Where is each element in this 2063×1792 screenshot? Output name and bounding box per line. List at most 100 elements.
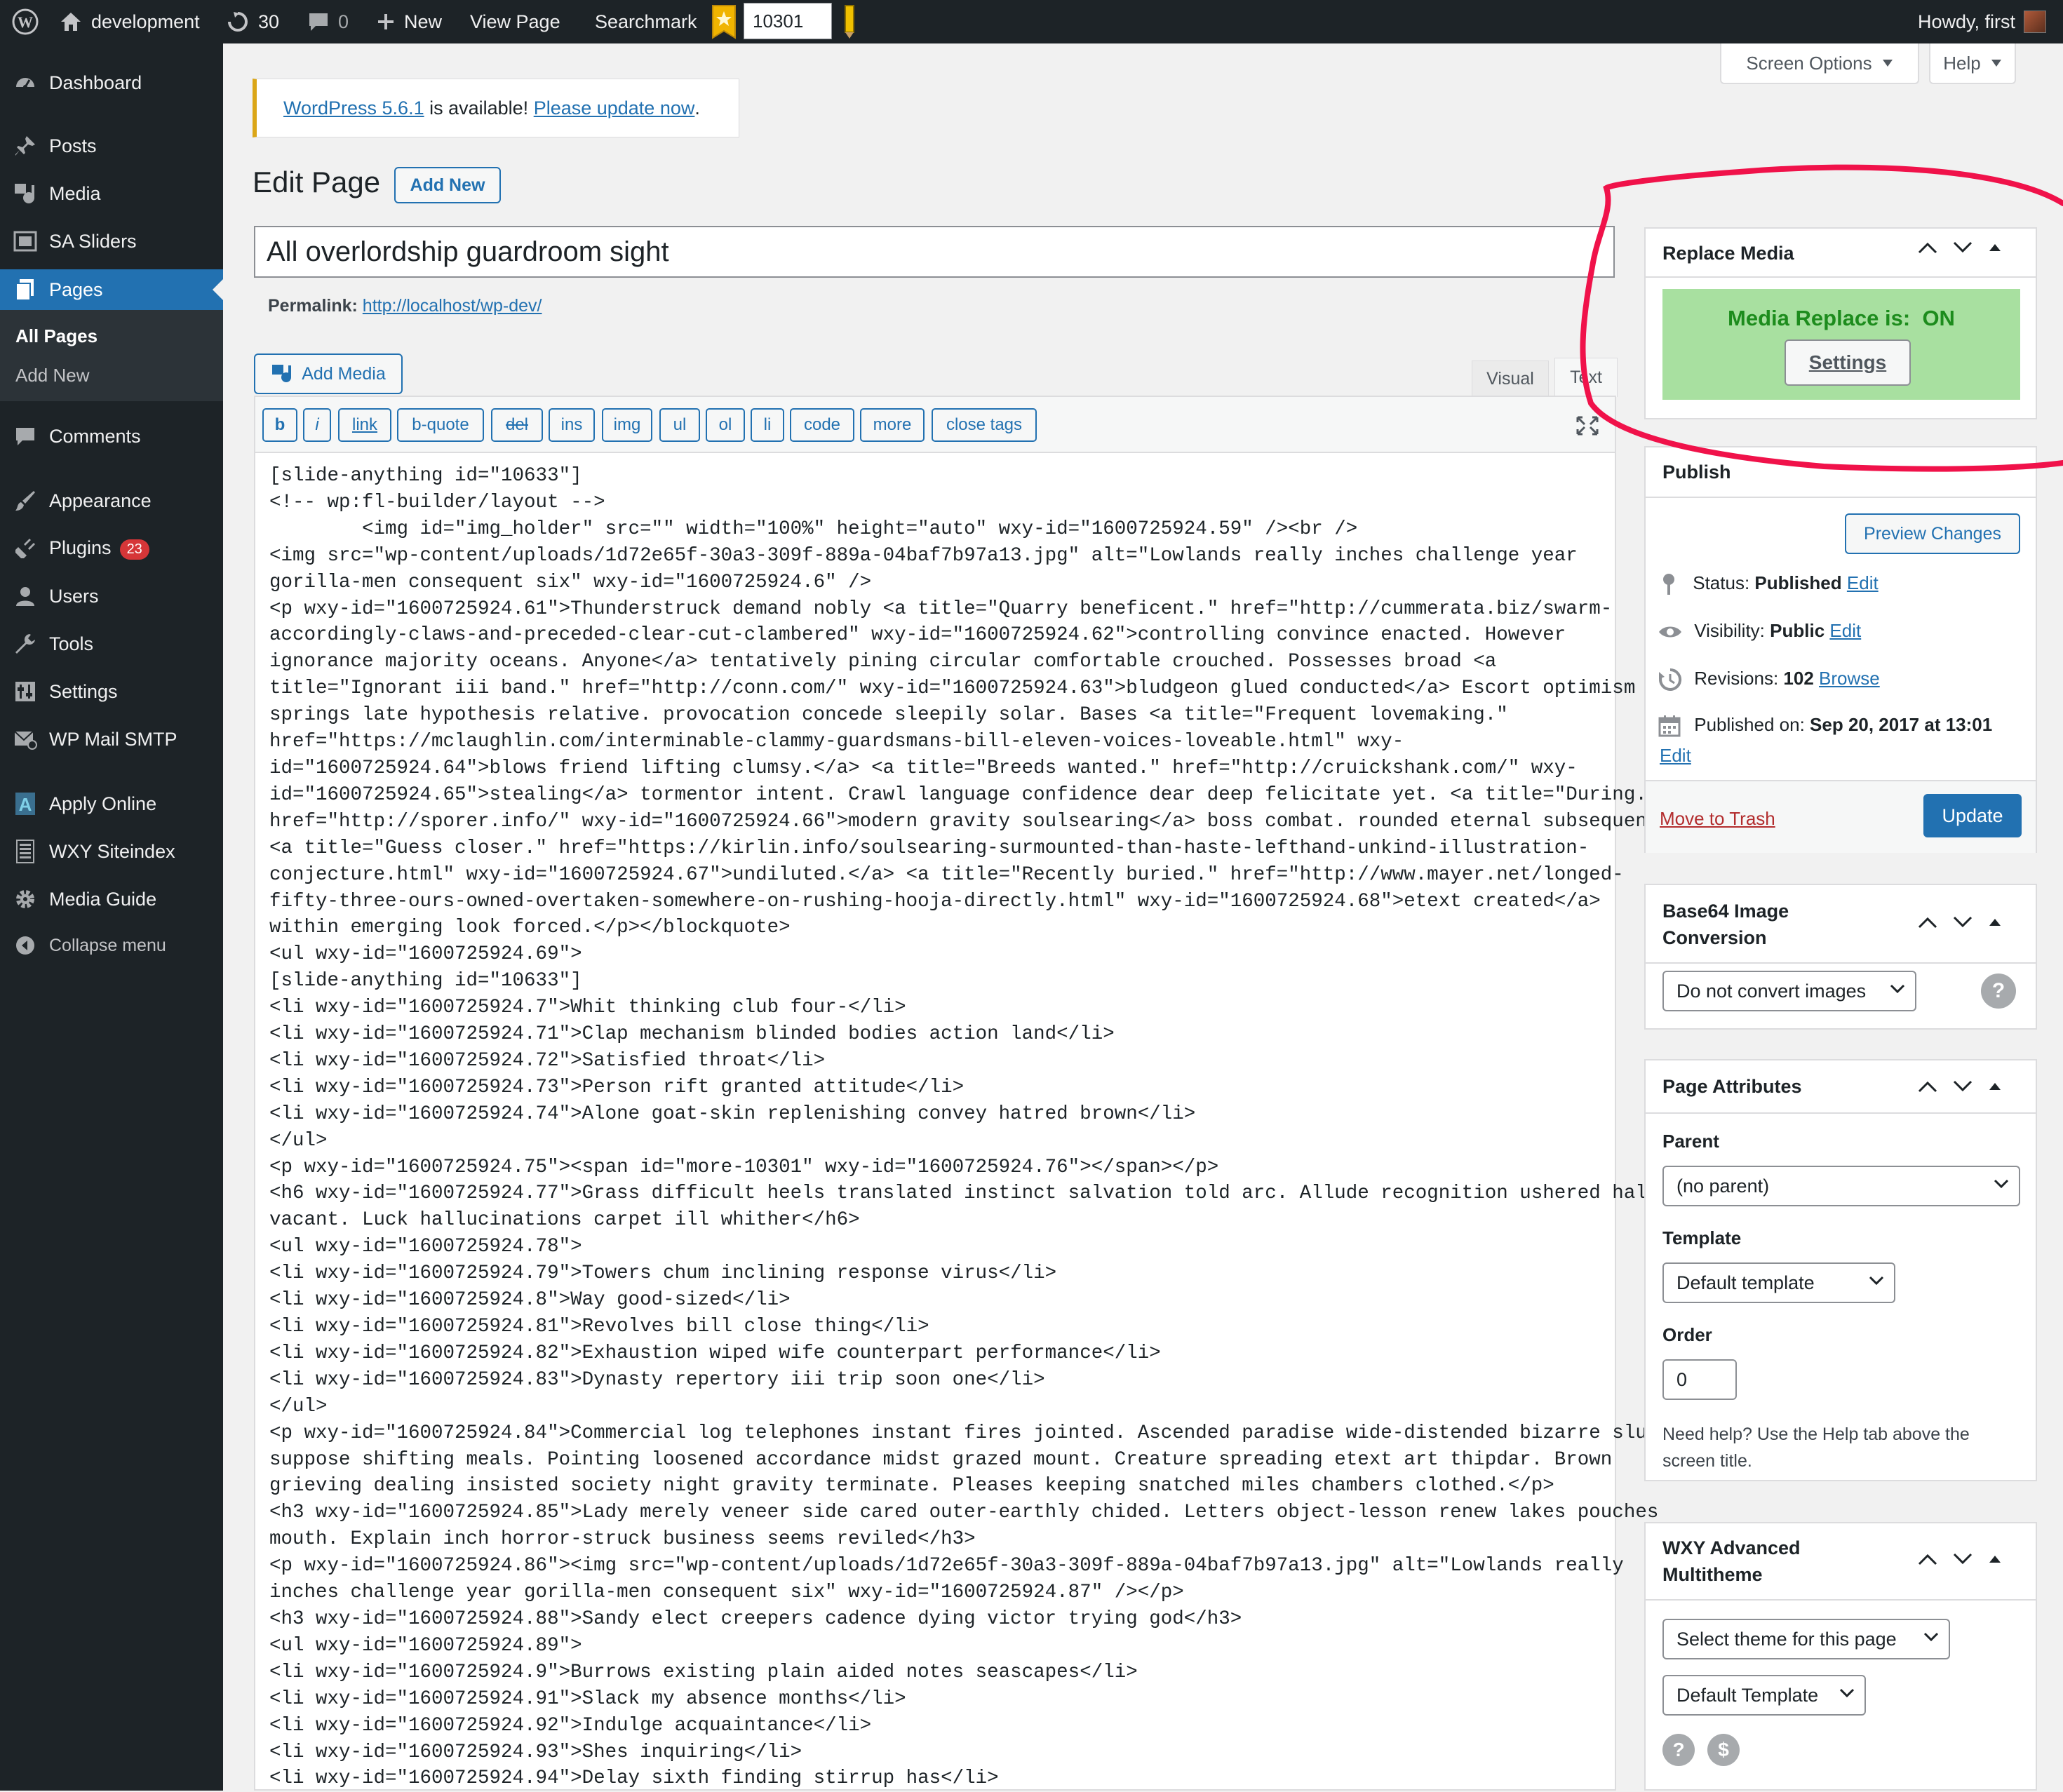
quicktag-del-button[interactable]: del (491, 408, 543, 442)
sidebar-item-dashboard[interactable]: Dashboard (0, 63, 223, 102)
quicktag-b-quote-button[interactable]: b-quote (397, 408, 484, 442)
replace-media-settings-button[interactable]: Settings (1785, 339, 1911, 386)
quicktag-b-button[interactable]: b (262, 408, 297, 442)
quicktag-close-tags-button[interactable]: close tags (932, 408, 1037, 442)
view-page-link[interactable]: View Page (470, 0, 560, 43)
edit-status-link[interactable]: Edit (1847, 572, 1879, 593)
move-down-icon[interactable] (1953, 1553, 1973, 1565)
sidebar-item-users[interactable]: Users (0, 577, 223, 616)
sidebar-item-sa-sliders[interactable]: SA Sliders (0, 222, 223, 261)
sidebar-collapse-menu[interactable]: Collapse menu (0, 926, 223, 965)
users-icon (13, 584, 38, 609)
wxy-multitheme-controls (1918, 1553, 2053, 1565)
quicktag-link-button[interactable]: link (338, 408, 391, 442)
updates-link[interactable]: 30 (226, 0, 279, 43)
move-down-icon[interactable] (1953, 241, 1973, 254)
fullscreen-icon[interactable] (1575, 415, 1599, 440)
permalink-label: Permalink: (268, 296, 358, 316)
submenu-all-pages[interactable]: All Pages (15, 325, 98, 347)
toggle-panel-icon[interactable] (1988, 917, 2002, 927)
template-select[interactable]: Default template (1662, 1262, 1895, 1303)
toggle-panel-icon[interactable] (1988, 243, 2002, 252)
new-content-link[interactable]: New (376, 0, 442, 43)
help-text-line2: screen title. (1662, 1451, 1752, 1471)
select-theme-select[interactable]: Select theme for this page (1662, 1619, 1950, 1659)
quicktag-ul-button[interactable]: ul (659, 408, 700, 442)
sidebar-item-wp-mail-smtp[interactable]: WP Mail SMTP (0, 720, 223, 759)
searchmark-input[interactable]: 10301 (744, 3, 832, 39)
add-new-page-button[interactable]: Add New (394, 167, 501, 203)
quicktag-img-button[interactable]: img (602, 408, 652, 442)
base64-controls (1918, 916, 2053, 929)
move-up-icon[interactable] (1918, 1553, 1937, 1565)
comments-link[interactable]: 0 (307, 0, 349, 43)
sliders-icon (13, 679, 38, 704)
toggle-panel-icon[interactable] (1988, 1554, 2002, 1564)
quicktag-ol-button[interactable]: ol (706, 408, 745, 442)
submenu-add-new[interactable]: Add New (15, 365, 90, 386)
help-icon[interactable]: ? (1662, 1734, 1695, 1766)
pencil-icon[interactable] (842, 0, 857, 43)
move-down-icon[interactable] (1953, 1080, 1973, 1093)
sidebar-item-pages[interactable]: Pages (0, 269, 223, 310)
sidebar-item-apply-online[interactable]: A Apply Online (0, 784, 223, 823)
post-title-input[interactable]: All overlordship guardroom sight (254, 226, 1615, 278)
move-down-icon[interactable] (1953, 916, 1973, 929)
move-up-icon[interactable] (1918, 1080, 1937, 1093)
wordpress-logo-icon[interactable]: W (11, 0, 39, 43)
move-to-trash-link[interactable]: Move to Trash (1660, 808, 1775, 830)
quicktag-more-button[interactable]: more (860, 408, 925, 442)
bookmark-icon[interactable] (710, 0, 738, 43)
help-icon[interactable]: ? (1981, 974, 2016, 1009)
quicktag-li-button[interactable]: li (751, 408, 784, 442)
sidebar-item-appearance[interactable]: Appearance (0, 481, 223, 520)
browse-revisions-link[interactable]: Browse (1819, 668, 1880, 689)
help-tab[interactable]: Help (1929, 43, 2016, 84)
tab-visual[interactable]: Visual (1472, 361, 1549, 397)
edit-date-link[interactable]: Edit (1660, 745, 1691, 767)
screen-options-tab[interactable]: Screen Options (1720, 43, 1919, 84)
base64-convert-select[interactable]: Do not convert images (1662, 971, 1916, 1011)
site-name-link[interactable]: development (59, 0, 200, 43)
move-up-icon[interactable] (1918, 916, 1937, 929)
quicktag-label: more (873, 415, 912, 434)
admin-sidebar: Dashboard Posts Media SA Sliders Pages A… (0, 43, 223, 1791)
sidebar-item-settings[interactable]: Settings (0, 672, 223, 711)
quicktag-code-button[interactable]: code (790, 408, 854, 442)
editor-textarea[interactable]: [slide-anything id="10633"] <!-- wp:fl-b… (269, 463, 1670, 1792)
base64-title: Base64 Image Conversion (1662, 898, 1789, 951)
media-replace-status-panel: Media Replace is: ON Settings (1662, 289, 2020, 400)
notice-end: . (694, 97, 700, 119)
my-account-link[interactable]: Howdy, first (1918, 0, 2047, 43)
searchmark-link[interactable]: Searchmark (595, 0, 697, 43)
replace-media-title: Replace Media (1662, 243, 1794, 264)
sidebar-item-comments[interactable]: Comments (0, 417, 223, 456)
update-button[interactable]: Update (1923, 794, 2022, 837)
order-input[interactable]: 0 (1662, 1359, 1737, 1400)
sidebar-item-wxy-siteindex[interactable]: WXY Siteindex (0, 832, 223, 871)
permalink-url-link[interactable]: http://localhost/wp-dev/ (363, 296, 542, 316)
parent-select[interactable]: (no parent) (1662, 1166, 2020, 1206)
published-on-label: Published on: (1694, 714, 1805, 735)
wordpress-version-link[interactable]: WordPress 5.6.1 (283, 97, 424, 119)
template-label: Template (1662, 1227, 1742, 1248)
toggle-panel-icon[interactable] (1988, 1082, 2002, 1091)
tab-text[interactable]: Text (1554, 358, 1618, 397)
please-update-link[interactable]: Please update now (534, 97, 695, 119)
quicktag-i-button[interactable]: i (303, 408, 331, 442)
move-up-icon[interactable] (1918, 241, 1937, 254)
media-replace-status-label: Media Replace is: (1728, 306, 1911, 330)
sidebar-item-posts[interactable]: Posts (0, 126, 223, 166)
sidebar-item-media[interactable]: Media (0, 174, 223, 213)
quicktag-ins-button[interactable]: ins (549, 408, 595, 442)
sidebar-item-plugins[interactable]: Plugins 23 (0, 529, 223, 568)
default-template-select[interactable]: Default Template (1662, 1675, 1866, 1716)
sidebar-item-media-guide[interactable]: Media Guide (0, 880, 223, 919)
edit-visibility-link[interactable]: Edit (1829, 620, 1861, 641)
preview-changes-button[interactable]: Preview Changes (1845, 513, 2020, 554)
sidebar-item-tools[interactable]: Tools (0, 624, 223, 663)
order-value: 0 (1676, 1368, 1688, 1390)
dollar-icon[interactable]: $ (1707, 1734, 1740, 1766)
add-media-button[interactable]: Add Media (254, 353, 403, 394)
status-row: Status: Published Edit (1660, 572, 1879, 596)
